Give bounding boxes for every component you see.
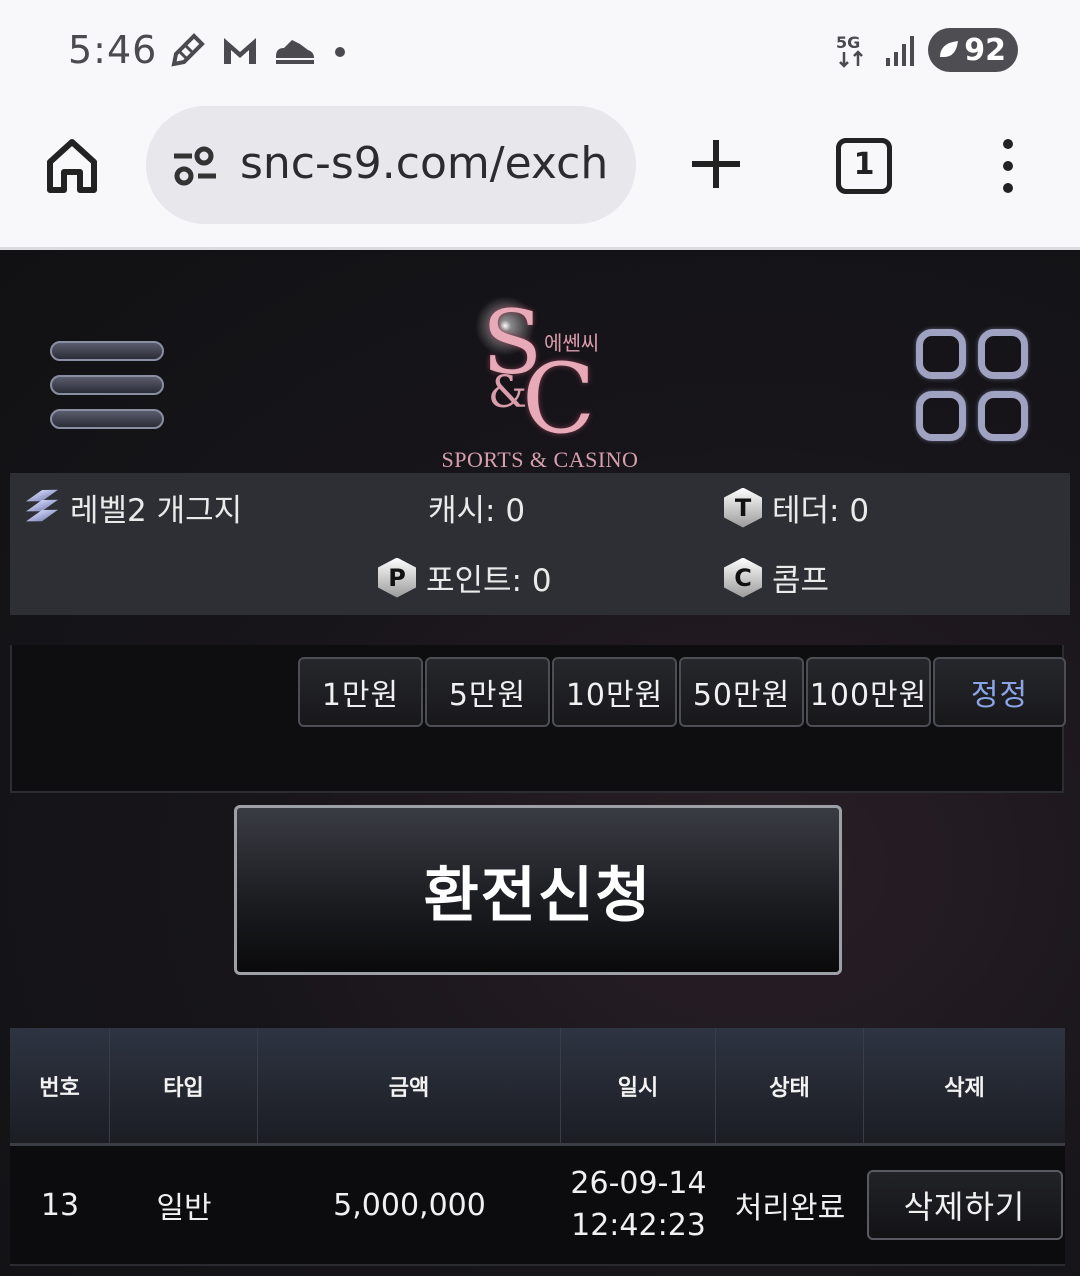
- signal-icon: [886, 36, 915, 66]
- dot-icon: [335, 47, 345, 57]
- header-datetime: 일시: [561, 1028, 716, 1143]
- user-info-bar: 레벨2 개그지 캐시: 0 T 테더: 0 P 포인트: 0 C 콤프: [10, 473, 1070, 615]
- amount-reset-button[interactable]: 정정: [933, 657, 1066, 727]
- header-amount: 금액: [258, 1028, 561, 1143]
- notification-icons: [168, 30, 352, 70]
- grid-cell: [916, 391, 966, 441]
- logo-tagline: SPORTS & CASINO: [441, 447, 639, 472]
- grid-cell: [916, 329, 966, 379]
- exchange-history-table: 번호 타입 금액 일시 상태 삭제 13 일반 5,000,000 26-09-…: [10, 1028, 1065, 1266]
- battery-indicator: 92: [928, 28, 1018, 72]
- url-text[interactable]: snc-s9.com/exchange: [240, 138, 610, 189]
- amount-selector: 1만원 5만원 10만원 50만원 100만원 정정: [10, 645, 1066, 793]
- shoe-icon: [276, 40, 314, 64]
- table-header: 번호 타입 금액 일시 상태 삭제: [10, 1028, 1065, 1146]
- site-content: S & C 에쎈씨 SPORTS & CASINO 레벨2 개그지 캐시: 0 …: [0, 253, 1080, 1276]
- point-balance: P 포인트: 0: [378, 555, 552, 600]
- header-delete: 삭제: [944, 1075, 985, 1101]
- grid-cell: [978, 329, 1028, 379]
- amount-50k-button[interactable]: 5만원: [425, 657, 550, 727]
- user-level-text: 레벨2 개그지: [70, 493, 243, 529]
- more-menu-icon[interactable]: [996, 138, 1020, 194]
- hamburger-line: [50, 409, 164, 429]
- address-bar[interactable]: snc-s9.com/exchange: [146, 106, 636, 224]
- apps-grid-icon[interactable]: [916, 329, 1032, 445]
- point-text: 포인트: 0: [426, 563, 552, 599]
- header-status: 상태: [716, 1028, 864, 1143]
- site-logo[interactable]: S & C 에쎈씨 SPORTS & CASINO: [430, 271, 650, 472]
- row-datetime: 26-09-14 12:42:23: [561, 1146, 716, 1264]
- home-icon[interactable]: [44, 136, 100, 196]
- svg-text:5G: 5G: [836, 33, 860, 52]
- amount-500k-button[interactable]: 50만원: [679, 657, 804, 727]
- cash-balance: 캐시: 0: [428, 485, 525, 530]
- network-5g-icon: 5G: [836, 33, 864, 68]
- row-type: 일반: [156, 1191, 212, 1226]
- tether-icon: T: [724, 487, 762, 528]
- tab-switcher-button[interactable]: 1: [836, 138, 892, 194]
- amount-10k-button[interactable]: 1만원: [298, 657, 423, 727]
- user-level: 레벨2 개그지: [24, 485, 242, 530]
- amount-button-row: 1만원 5만원 10만원 50만원 100만원 정정: [298, 657, 1066, 727]
- header-number: 번호: [10, 1028, 110, 1143]
- tether-balance: T 테더: 0: [724, 485, 869, 530]
- battery-saver-icon: [940, 41, 959, 57]
- pen-icon: [171, 33, 205, 67]
- cash-text: 캐시: 0: [428, 493, 526, 529]
- logo-monogram-c: C: [522, 343, 596, 455]
- amount-1m-button[interactable]: 100만원: [806, 657, 931, 727]
- battery-level: 92: [964, 32, 1006, 68]
- row-time: 12:42:23: [571, 1208, 706, 1243]
- status-right: 5G 92: [834, 28, 1018, 72]
- logo-korean-text: 에쎈씨: [544, 331, 600, 355]
- hamburger-menu-icon[interactable]: [50, 341, 164, 443]
- tether-text: 테더: 0: [772, 493, 870, 529]
- comp-link[interactable]: C 콤프: [724, 555, 829, 600]
- level-layers-icon: [24, 488, 60, 528]
- delete-button[interactable]: 삭제하기: [866, 1170, 1063, 1240]
- status-time: 5:46: [68, 28, 158, 72]
- comp-text: 콤프: [772, 563, 830, 599]
- comp-icon: C: [724, 557, 762, 598]
- point-icon: P: [378, 557, 416, 598]
- hamburger-line: [50, 341, 164, 361]
- exchange-submit-button[interactable]: 환전신청: [234, 805, 842, 975]
- row-amount: 5,000,000: [333, 1187, 486, 1223]
- browser-toolbar: snc-s9.com/exchange 1: [0, 100, 1080, 250]
- amount-100k-button[interactable]: 10만원: [552, 657, 677, 727]
- grid-cell: [978, 391, 1028, 441]
- row-date: 26-09-14: [570, 1166, 707, 1201]
- header-type: 타입: [110, 1028, 258, 1143]
- site-settings-icon[interactable]: [170, 144, 220, 188]
- table-row: 13 일반 5,000,000 26-09-14 12:42:23 처리완료 삭…: [10, 1146, 1065, 1266]
- row-status: 처리완료: [734, 1191, 846, 1226]
- gmail-icon: [224, 38, 256, 64]
- hamburger-line: [50, 375, 164, 395]
- row-number: 13: [40, 1187, 80, 1223]
- status-bar: 5:46 5G 92: [0, 0, 1080, 100]
- row-delete-cell: 삭제하기: [864, 1146, 1065, 1264]
- new-tab-icon[interactable]: [688, 136, 744, 192]
